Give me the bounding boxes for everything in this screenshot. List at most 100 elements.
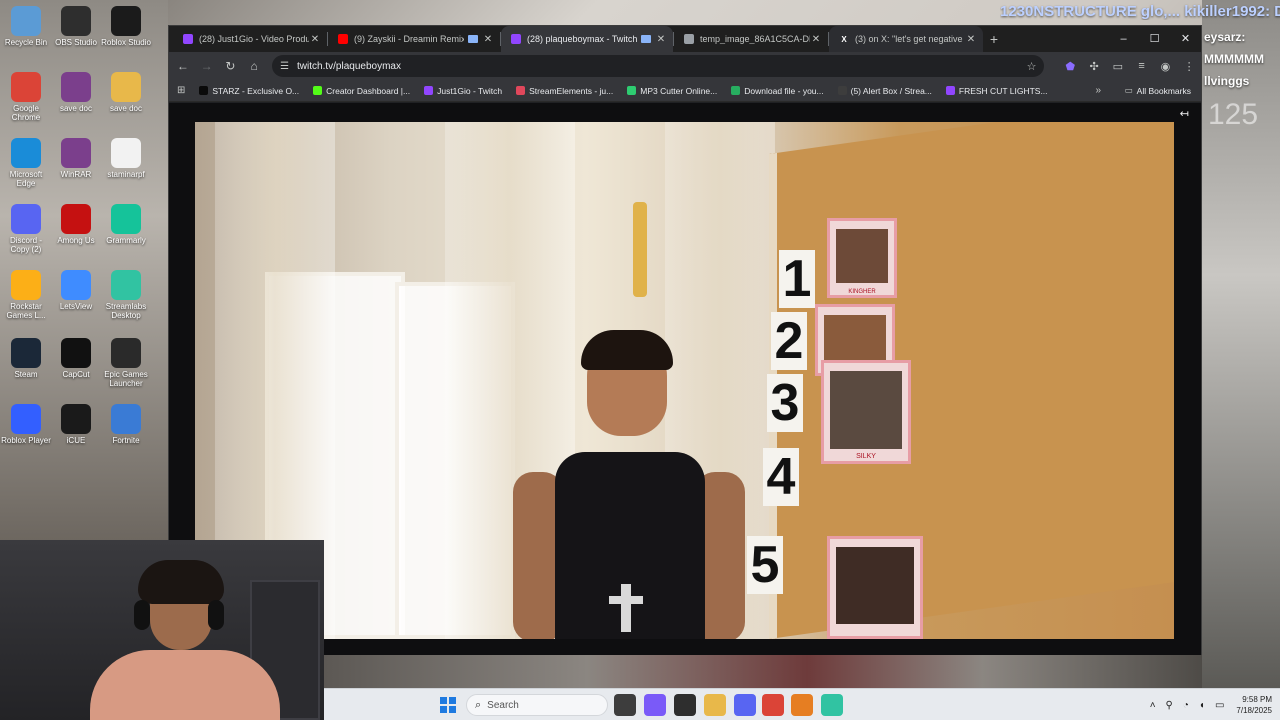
board-number-card: 5 — [747, 536, 783, 594]
system-tray: ˄ ⚲ ◔ ◖ ▭ 9:58 PM 7/18/2025 — [1140, 689, 1272, 720]
desktop-icon[interactable]: CapCut — [50, 338, 102, 379]
media-controls-icon[interactable]: ≡ — [1130, 60, 1154, 72]
home-icon[interactable]: ⌂ — [242, 59, 266, 73]
pinned-photo: SILKY — [821, 360, 911, 464]
wifi-icon[interactable]: ◔ — [1183, 700, 1189, 711]
browser-tab[interactable]: X (3) on X: "let's get negative ✕ — [829, 26, 983, 52]
desktop-icon-label: Roblox Player — [1, 436, 51, 445]
volume-icon[interactable]: ◖ — [1199, 700, 1205, 711]
browser-tab[interactable]: (28) plaqueboymax - Twitch ✕ — [501, 26, 673, 52]
back-icon[interactable]: ← — [171, 59, 195, 73]
all-bookmarks-button[interactable]: ▭ All Bookmarks — [1125, 85, 1191, 96]
desktop-icon[interactable]: OBS Studio — [50, 6, 102, 47]
extensions-puzzle-icon[interactable]: ✣ — [1082, 60, 1106, 73]
address-bar[interactable]: ☰ twitch.tv/plaqueboymax ☆ — [272, 55, 1045, 77]
desktop-icon[interactable]: Recycle Bin — [0, 6, 52, 47]
desktop-icon[interactable]: Microsoft Edge — [0, 138, 52, 188]
play-icon — [627, 86, 637, 95]
close-tab-icon[interactable]: ✕ — [965, 34, 977, 45]
desktop-icon[interactable]: Grammarly — [100, 204, 152, 245]
bookmark-item[interactable]: StreamElements - ju... — [516, 86, 613, 96]
bookmark-item[interactable]: Download file - you... — [731, 86, 824, 96]
folder-icon[interactable] — [704, 694, 726, 716]
chrome-icon[interactable] — [762, 694, 784, 716]
new-tab-button[interactable]: + — [983, 31, 1005, 47]
reload-icon[interactable]: ↻ — [219, 59, 243, 73]
desktop-icon[interactable]: Roblox Player — [0, 404, 52, 445]
desktop-icon[interactable]: Among Us — [50, 204, 102, 245]
extension-shield-icon[interactable]: ⬟ — [1058, 60, 1082, 73]
taskbar-search[interactable]: ⌕ Search — [466, 694, 608, 716]
discord-icon[interactable] — [734, 694, 756, 716]
desktop-icon[interactable]: Fortnite — [100, 404, 152, 445]
all-bookmarks-label: All Bookmarks — [1136, 85, 1191, 96]
steam-icon — [11, 338, 41, 368]
roblox-studio-icon — [111, 6, 141, 36]
close-tab-icon[interactable]: ✕ — [482, 34, 494, 45]
clock[interactable]: 9:58 PM 7/18/2025 — [1236, 694, 1272, 716]
desktop-icon[interactable]: LetsView — [50, 270, 102, 311]
desktop-icon-label: save doc — [109, 104, 143, 113]
desktop-icon[interactable]: Discord - Copy (2) — [0, 204, 52, 254]
recycle-bin-icon — [11, 6, 41, 36]
bookmark-item[interactable]: STARZ - Exclusive O... — [199, 86, 299, 96]
board-number-card: 1 — [779, 250, 815, 308]
overlay-number: 125 — [1208, 98, 1259, 131]
desktop-icon[interactable]: iCUE — [50, 404, 102, 445]
roblox-player-icon — [11, 404, 41, 434]
maximize-button[interactable]: ☐ — [1139, 26, 1170, 52]
desktop-icon[interactable]: Streamlabs Desktop — [100, 270, 152, 320]
obs-icon — [61, 6, 91, 36]
tray-chevron-icon[interactable]: ˄ — [1150, 700, 1156, 711]
microphone-icon[interactable]: ⚲ — [1166, 700, 1173, 711]
desktop-icon[interactable]: Google Chrome — [0, 72, 52, 122]
browser-tab[interactable]: temp_image_86A1C5CA-DD9F...✕ — [674, 26, 828, 52]
bookmark-star-icon[interactable]: ☆ — [1027, 60, 1037, 73]
video-player[interactable]: 1 2 3 4 5 KINGHER SILKY — [195, 122, 1174, 639]
bookmark-item[interactable]: MP3 Cutter Online... — [627, 86, 717, 96]
streamlabs-icon[interactable] — [821, 694, 843, 716]
desktop-icon-label: Among Us — [57, 236, 95, 245]
desktop-icon[interactable]: save doc — [100, 72, 152, 113]
profile-avatar-icon[interactable]: ◉ — [1154, 60, 1178, 73]
minimize-button[interactable]: – — [1108, 26, 1139, 52]
tab-title: temp_image_86A1C5CA-DD9F... — [700, 34, 810, 44]
close-tab-icon[interactable]: ✕ — [655, 34, 667, 45]
twitch-icon — [945, 86, 955, 95]
webcam-person — [138, 560, 224, 604]
winrar-icon — [61, 138, 91, 168]
desktop-icon-label: Google Chrome — [11, 104, 41, 122]
desktop-icon[interactable]: Epic Games Launcher — [100, 338, 152, 388]
bookmark-item[interactable]: Just1Gio - Twitch — [424, 86, 502, 96]
desktop-icon[interactable]: save doc — [50, 72, 102, 113]
desktop-icon[interactable]: staminarpf — [100, 138, 152, 179]
app-icon[interactable] — [791, 694, 813, 716]
bookmark-label: MP3 Cutter Online... — [640, 85, 718, 96]
forward-icon[interactable]: → — [195, 59, 219, 73]
bookmark-item[interactable]: (5) Alert Box / Strea... — [837, 85, 932, 96]
browser-tab[interactable]: (9) Zayskii - Dreamin Remix ✕ — [328, 26, 500, 52]
apps-grid-icon[interactable]: ⊞ — [177, 85, 185, 96]
menu-kebab-icon[interactable]: ⋮ — [1177, 60, 1201, 73]
collapse-chat-icon[interactable]: ↤ — [1180, 107, 1189, 120]
battery-icon[interactable]: ▭ — [1215, 700, 1224, 711]
site-info-icon[interactable]: ☰ — [280, 61, 289, 72]
obs-icon[interactable] — [674, 694, 696, 716]
browser-tab[interactable]: (28) Just1Gio - Video Producer✕ — [173, 26, 327, 52]
copilot-icon[interactable] — [644, 694, 666, 716]
close-window-button[interactable]: ✕ — [1170, 26, 1201, 52]
close-tab-icon[interactable]: ✕ — [810, 34, 822, 45]
more-bookmarks-button[interactable]: » — [1095, 85, 1101, 96]
grammarly-icon — [111, 204, 141, 234]
desktop-icon[interactable]: Rockstar Games L... — [0, 270, 52, 320]
bookmark-label: (5) Alert Box / Strea... — [850, 85, 932, 96]
desktop-icon[interactable]: Steam — [0, 338, 52, 379]
file-explorer-icon[interactable] — [614, 694, 636, 716]
desktop-icon[interactable]: Roblox Studio — [100, 6, 152, 47]
close-tab-icon[interactable]: ✕ — [309, 34, 321, 45]
sidepanel-icon[interactable]: ▭ — [1106, 60, 1130, 73]
bookmark-item[interactable]: FRESH CUT LIGHTS... — [945, 86, 1048, 96]
start-button[interactable] — [440, 697, 456, 713]
desktop-icon[interactable]: WinRAR — [50, 138, 102, 179]
bookmark-item[interactable]: Creator Dashboard |... — [313, 86, 410, 96]
